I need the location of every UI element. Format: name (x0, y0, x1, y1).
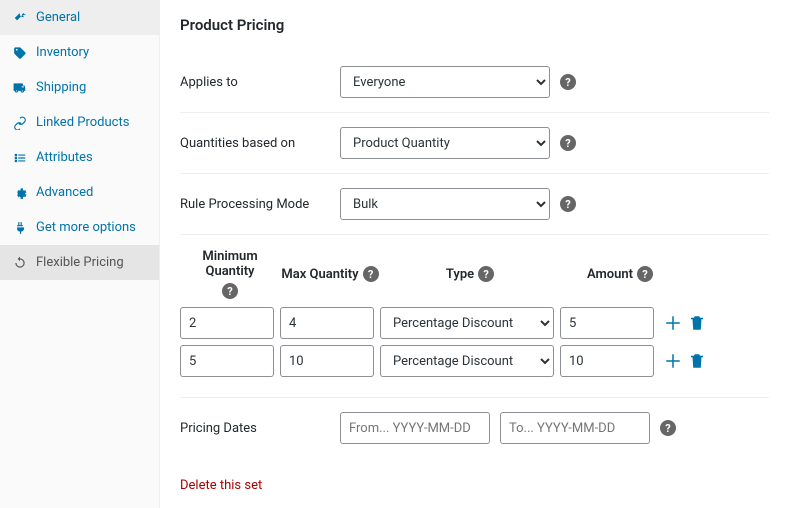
sidebar-item-label: General (36, 10, 80, 25)
delete-set-link[interactable]: Delete this set (180, 478, 262, 493)
min-qty-input[interactable] (180, 307, 274, 339)
rule-row: Percentage Discount (180, 307, 769, 339)
date-from-input[interactable] (340, 412, 490, 444)
help-icon[interactable]: ? (560, 196, 576, 212)
sidebar-item-shipping[interactable]: Shipping (0, 70, 159, 105)
plug-icon (12, 221, 28, 235)
rule-row: Percentage Discount (180, 345, 769, 377)
applies-to-label: Applies to (180, 75, 340, 90)
help-icon[interactable]: ? (560, 135, 576, 151)
max-qty-input[interactable] (280, 345, 374, 377)
tag-icon (12, 46, 28, 60)
sidebar-item-inventory[interactable]: Inventory (0, 35, 159, 70)
col-min-header: Minimum Quantity (180, 249, 280, 279)
quantities-based-on-select[interactable]: Product Quantity (340, 127, 550, 159)
rule-mode-select[interactable]: Bulk (340, 188, 550, 220)
date-to-input[interactable] (500, 412, 650, 444)
delete-row-button[interactable] (688, 352, 706, 370)
min-qty-input[interactable] (180, 345, 274, 377)
amount-input[interactable] (560, 307, 654, 339)
help-icon[interactable]: ? (660, 420, 676, 436)
sidebar-item-label: Attributes (36, 150, 93, 165)
col-max-header: Max Quantity (281, 267, 358, 282)
sidebar-item-label: Inventory (36, 45, 89, 60)
max-qty-input[interactable] (280, 307, 374, 339)
gear-icon (12, 186, 28, 200)
sidebar-item-linked-products[interactable]: Linked Products (0, 105, 159, 140)
help-icon[interactable]: ? (478, 266, 494, 282)
discount-type-select[interactable]: Percentage Discount (380, 307, 554, 339)
delete-row-button[interactable] (688, 314, 706, 332)
sidebar-item-label: Linked Products (36, 115, 129, 130)
quantities-based-on-label: Quantities based on (180, 136, 340, 151)
add-row-button[interactable] (664, 314, 682, 332)
sidebar-item-general[interactable]: General (0, 0, 159, 35)
col-amount-header: Amount (587, 267, 633, 282)
wrench-icon (12, 11, 28, 25)
col-type-header: Type (446, 267, 474, 282)
sidebar-item-label: Flexible Pricing (36, 255, 124, 270)
help-icon[interactable]: ? (222, 283, 238, 299)
sidebar-item-attributes[interactable]: Attributes (0, 140, 159, 175)
rule-mode-label: Rule Processing Mode (180, 197, 340, 212)
sidebar-item-advanced[interactable]: Advanced (0, 175, 159, 210)
rules-table: Minimum Quantity ? Max Quantity ? Type ?… (180, 249, 769, 398)
pricing-dates-label: Pricing Dates (180, 421, 340, 436)
add-row-button[interactable] (664, 352, 682, 370)
sidebar-item-label: Advanced (36, 185, 93, 200)
link-icon (12, 116, 28, 130)
truck-icon (12, 81, 28, 95)
sidebar-item-flexible-pricing[interactable]: Flexible Pricing (0, 245, 159, 280)
sidebar-item-label: Shipping (36, 80, 86, 95)
discount-type-select[interactable]: Percentage Discount (380, 345, 554, 377)
list-icon (12, 151, 28, 165)
sidebar-item-get-more-options[interactable]: Get more options (0, 210, 159, 245)
applies-to-select[interactable]: Everyone (340, 66, 550, 98)
main-panel: Product Pricing Applies to Everyone ? Qu… (160, 0, 789, 508)
help-icon[interactable]: ? (637, 266, 653, 282)
help-icon[interactable]: ? (560, 74, 576, 90)
sidebar-item-label: Get more options (36, 220, 136, 235)
section-title: Product Pricing (180, 16, 769, 34)
product-data-sidebar: General Inventory Shipping Linked Produc… (0, 0, 160, 508)
amount-input[interactable] (560, 345, 654, 377)
help-icon[interactable]: ? (363, 266, 379, 282)
refresh-icon (12, 256, 28, 270)
